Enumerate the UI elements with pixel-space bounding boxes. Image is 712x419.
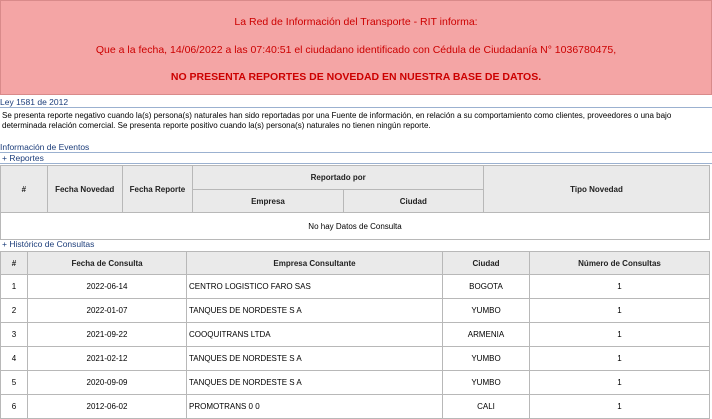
history-header-num: # [0, 251, 28, 275]
reports-header-num: # [0, 165, 48, 213]
table-row: 4 2021-02-12 TANQUES DE NORDESTE S A YUM… [0, 346, 710, 371]
history-header-empresa: Empresa Consultante [186, 251, 443, 275]
row-empresa: TANQUES DE NORDESTE S A [186, 298, 443, 323]
row-ciudad: CALI [442, 394, 530, 419]
history-header-fecha: Fecha de Consulta [27, 251, 187, 275]
row-numero: 1 [529, 322, 710, 347]
notice-banner: La Red de Información del Transporte - R… [0, 0, 712, 95]
table-row: 1 2022-06-14 CENTRO LOGISTICO FARO SAS B… [0, 274, 710, 299]
table-row: 2 2022-01-07 TANQUES DE NORDESTE S A YUM… [0, 298, 710, 323]
row-empresa: COOQUITRANS LTDA [186, 322, 443, 347]
row-fecha: 2020-09-09 [27, 370, 187, 395]
row-numero: 1 [529, 370, 710, 395]
row-ciudad: ARMENIA [442, 322, 530, 347]
description-text: Se presenta reporte negativo cuando la(s… [2, 111, 672, 130]
row-empresa: CENTRO LOGISTICO FARO SAS [186, 274, 443, 299]
row-numero: 1 [529, 346, 710, 371]
reports-header-fecha-reporte: Fecha Reporte [121, 165, 194, 213]
table-row: 5 2020-09-09 TANQUES DE NORDESTE S A YUM… [0, 370, 710, 395]
row-fecha: 2022-06-14 [27, 274, 187, 299]
banner-line-3: NO PRESENTA REPORTES DE NOVEDAD EN NUEST… [170, 71, 542, 83]
row-fecha: 2022-01-07 [27, 298, 187, 323]
row-ciudad: YUMBO [442, 346, 530, 371]
history-toggle-link[interactable]: + Histórico de Consultas [0, 239, 712, 249]
law-heading: Ley 1581 de 2012 [0, 97, 712, 108]
reports-header-tipo: Tipo Novedad [483, 165, 710, 213]
row-ciudad: YUMBO [442, 370, 530, 395]
history-table: # Fecha de Consulta Empresa Consultante … [0, 251, 710, 419]
row-numero: 1 [529, 274, 710, 299]
reports-empty-message: No hay Datos de Consulta [0, 212, 710, 240]
banner-line-1: La Red de Información del Transporte - R… [234, 16, 478, 28]
row-empresa: PROMOTRANS 0 0 [186, 394, 443, 419]
row-fecha: 2021-09-22 [27, 322, 187, 347]
table-row: 3 2021-09-22 COOQUITRANS LTDA ARMENIA 1 [0, 322, 710, 347]
reports-header-ciudad: Ciudad [342, 189, 485, 213]
reports-toggle-link[interactable]: + Reportes [0, 153, 712, 164]
row-num: 1 [0, 274, 28, 299]
row-numero: 1 [529, 394, 710, 419]
history-header-ciudad: Ciudad [442, 251, 530, 275]
events-heading: Información de Eventos [0, 142, 712, 153]
reports-table: # Fecha Novedad Fecha Reporte Reportado … [0, 165, 710, 240]
row-numero: 1 [529, 298, 710, 323]
row-fecha: 2021-02-12 [27, 346, 187, 371]
row-ciudad: YUMBO [442, 298, 530, 323]
reports-header-empresa: Empresa [192, 189, 344, 213]
row-num: 6 [0, 394, 28, 419]
reports-header-reportado-por: Reportado por [192, 165, 485, 190]
history-header-numero: Número de Consultas [529, 251, 710, 275]
reports-header-fecha-novedad: Fecha Novedad [46, 165, 123, 213]
banner-line-2: Que a la fecha, 14/06/2022 a las 07:40:5… [95, 44, 617, 56]
table-row: 6 2012-06-02 PROMOTRANS 0 0 CALI 1 [0, 394, 710, 419]
row-fecha: 2012-06-02 [27, 394, 187, 419]
row-ciudad: BOGOTA [442, 274, 530, 299]
row-empresa: TANQUES DE NORDESTE S A [186, 346, 443, 371]
row-num: 4 [0, 346, 28, 371]
row-num: 3 [0, 322, 28, 347]
row-num: 5 [0, 370, 28, 395]
row-empresa: TANQUES DE NORDESTE S A [186, 370, 443, 395]
row-num: 2 [0, 298, 28, 323]
